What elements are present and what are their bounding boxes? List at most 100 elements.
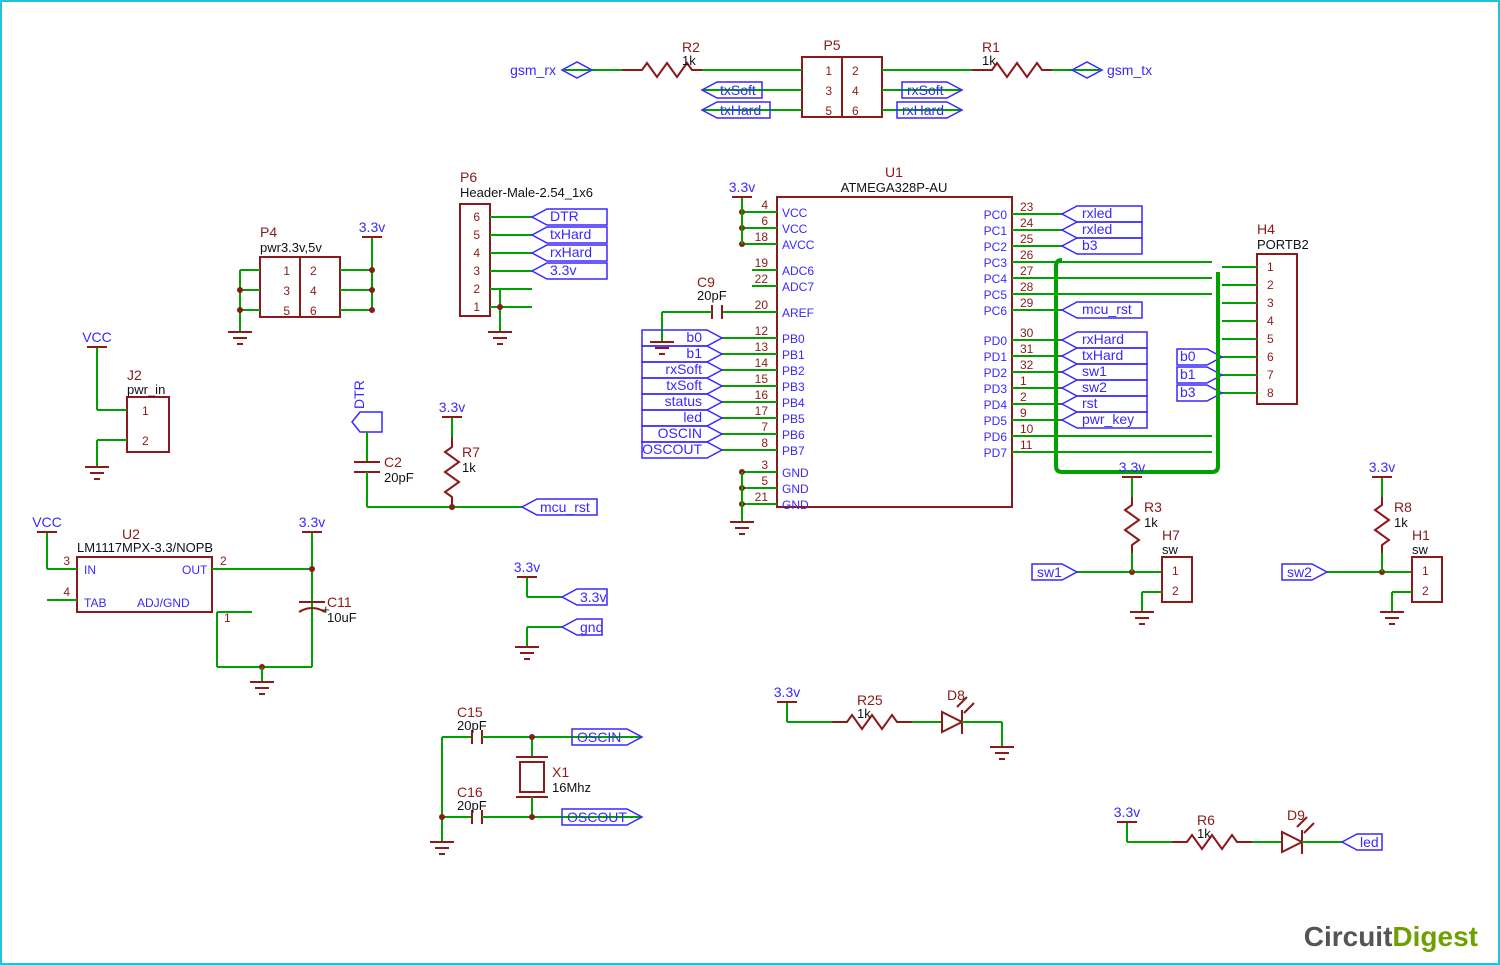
svg-text:OSCIN: OSCIN [658,425,702,441]
svg-text:4: 4 [63,585,70,599]
svg-text:sw: sw [1162,542,1179,557]
svg-text:3: 3 [825,84,832,98]
svg-text:PB6: PB6 [782,428,805,442]
svg-text:VCC: VCC [32,514,62,530]
svg-text:b0: b0 [1180,348,1196,364]
p6-block: P6 Header-Male-2.54_1x6 6DTR5txHard4rxHa… [460,169,607,344]
svg-text:txSoft: txSoft [720,82,756,98]
svg-text:1k: 1k [982,53,996,68]
svg-text:PC0: PC0 [984,208,1008,222]
svg-text:ATMEGA328P-AU: ATMEGA328P-AU [841,180,948,195]
svg-text:20: 20 [755,298,769,312]
svg-text:21: 21 [755,490,769,504]
u2-block: U2 LM1117MPX-3.3/NOPB INOUT TABADJ/GND 3… [32,514,356,694]
svg-text:5: 5 [761,474,768,488]
svg-text:rxSoft: rxSoft [907,82,944,98]
svg-text:2: 2 [852,64,859,78]
svg-text:3: 3 [283,284,290,298]
svg-text:b0: b0 [686,329,702,345]
svg-text:3: 3 [761,458,768,472]
svg-text:status: status [665,393,702,409]
svg-text:PC4: PC4 [984,272,1008,286]
svg-text:3: 3 [63,554,70,568]
svg-text:gsm_rx: gsm_rx [510,62,556,78]
p4-block: P4 pwr3.3v,5v 12 34 56 3.3v [228,219,385,344]
svg-text:4: 4 [852,84,859,98]
svg-text:12: 12 [755,324,769,338]
svg-text:6: 6 [473,210,480,224]
svg-text:3: 3 [473,264,480,278]
svg-text:PB2: PB2 [782,364,805,378]
svg-text:1k: 1k [857,706,871,721]
svg-text:20pF: 20pF [457,798,487,813]
svg-text:4: 4 [1267,314,1274,328]
svg-text:GND: GND [782,482,809,496]
svg-text:3.3v: 3.3v [580,589,606,605]
svg-text:5: 5 [283,304,290,318]
svg-text:3.3v: 3.3v [550,262,576,278]
svg-text:mcu_rst: mcu_rst [1082,301,1132,317]
svg-text:PD3: PD3 [984,382,1008,396]
svg-text:2: 2 [473,282,480,296]
svg-text:P6: P6 [460,169,477,185]
svg-text:sw2: sw2 [1287,564,1312,580]
svg-text:C11: C11 [327,594,352,610]
svg-text:gnd: gnd [580,619,603,635]
svg-text:1: 1 [1422,564,1429,578]
svg-text:H1: H1 [1412,527,1430,543]
svg-text:Header-Male-2.54_1x6: Header-Male-2.54_1x6 [460,185,593,200]
svg-text:ADC7: ADC7 [782,280,814,294]
svg-text:1k: 1k [1197,826,1211,841]
svg-text:1: 1 [825,64,832,78]
svg-text:1: 1 [283,264,290,278]
svg-text:1k: 1k [1144,515,1158,530]
d8-block: 3.3v R251k D8 [774,684,1014,759]
svg-text:PC2: PC2 [984,240,1008,254]
svg-text:6: 6 [852,104,859,118]
svg-text:2: 2 [220,554,227,568]
svg-text:ADJ/GND: ADJ/GND [137,596,190,610]
svg-text:txHard: txHard [720,102,761,118]
svg-text:17: 17 [755,404,769,418]
svg-text:7: 7 [1267,368,1274,382]
d9-block: 3.3v R61k D9 led [1114,804,1382,854]
svg-text:4: 4 [310,284,317,298]
svg-text:rxSoft: rxSoft [665,361,702,377]
svg-text:3.3v: 3.3v [1369,459,1395,475]
svg-text:sw1: sw1 [1037,564,1062,580]
svg-text:6: 6 [1267,350,1274,364]
svg-text:P4: P4 [260,224,277,240]
svg-text:R8: R8 [1394,499,1412,515]
rst-block: DTR C2 20pF 3.3v R7 1k mcu_rst [351,380,597,515]
svg-text:13: 13 [755,340,769,354]
svg-text:txHard: txHard [1082,347,1123,363]
svg-text:sw: sw [1412,542,1429,557]
svg-text:rxled: rxled [1082,221,1112,237]
svg-text:3: 3 [1267,296,1274,310]
svg-text:16Mhz: 16Mhz [552,780,591,795]
svg-text:3.3v: 3.3v [359,219,385,235]
svg-text:OUT: OUT [182,563,208,577]
svg-text:3.3v: 3.3v [729,179,755,195]
svg-text:1k: 1k [1394,515,1408,530]
net33-block: 3.3v 3.3v gnd [514,559,607,659]
svg-text:PD1: PD1 [984,350,1008,364]
svg-text:b3: b3 [1082,237,1098,253]
svg-text:PC6: PC6 [984,304,1008,318]
svg-text:PB5: PB5 [782,412,805,426]
sw2-block: 3.3v R81k sw2 H1sw 12 [1282,459,1442,624]
r2: R2 1k [622,39,702,77]
svg-text:PC1: PC1 [984,224,1008,238]
svg-text:txHard: txHard [550,226,591,242]
schematic-canvas: P5 1 2 3 4 5 6 R2 1k gsm_rx txSoft txHar… [2,2,1500,965]
svg-text:GND: GND [782,498,809,512]
svg-text:3.3v: 3.3v [439,399,465,415]
svg-text:28: 28 [1020,280,1034,294]
brand-logo: CircuitDigest [1304,921,1478,953]
svg-text:GND: GND [782,466,809,480]
svg-text:pwr3.3v,5v: pwr3.3v,5v [260,240,322,255]
svg-text:1: 1 [1172,564,1179,578]
svg-text:R7: R7 [462,444,480,460]
svg-text:X1: X1 [552,764,569,780]
svg-text:b1: b1 [1180,366,1196,382]
